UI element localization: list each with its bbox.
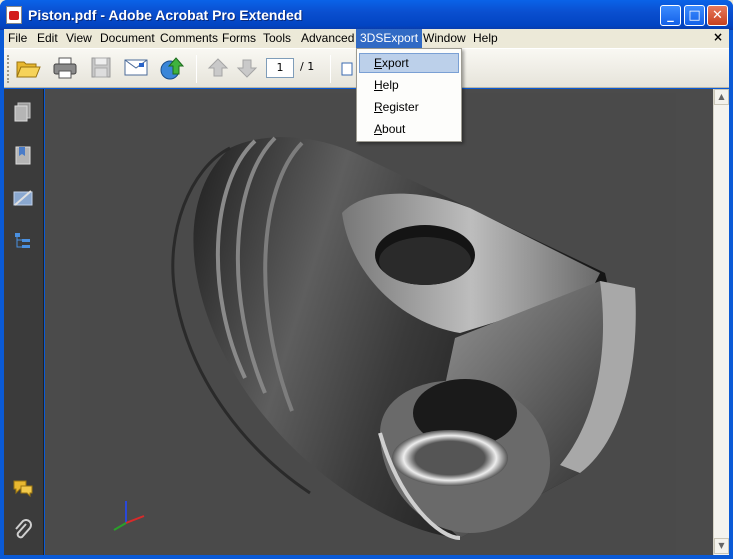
page-number-input[interactable]: 1 [266,58,294,78]
menu-document[interactable]: Document [96,29,159,48]
3d-viewport[interactable] [80,93,676,555]
pages-icon[interactable] [12,101,34,123]
menu-comments[interactable]: Comments [156,29,222,48]
menu-3dsexport[interactable]: 3DSExport [356,29,423,48]
menu-file[interactable]: File [4,29,31,48]
menu-forms[interactable]: Forms [218,29,260,48]
menu-option-about[interactable]: About [359,119,459,139]
app-window: Piston.pdf - Adobe Acrobat Pro Extended … [0,0,733,559]
window-title: Piston.pdf - Adobe Acrobat Pro Extended [28,7,303,23]
print-icon[interactable] [51,55,79,81]
menu-option-help[interactable]: Help [359,75,459,95]
menu-bar: File Edit View Document Comments Forms T… [4,29,729,48]
vertical-scrollbar[interactable]: ▲ ▼ [713,89,729,555]
fit-page-icon[interactable] [340,55,354,81]
navigation-pane [4,89,44,555]
menu-option-export[interactable]: Export [359,53,459,73]
document-area [45,89,713,555]
document-close-button[interactable]: × [713,30,723,44]
attachments-icon[interactable] [12,519,34,541]
model-tree-icon[interactable] [12,230,34,252]
comments-icon[interactable] [12,477,34,499]
menu-edit[interactable]: Edit [33,29,62,48]
menu-view[interactable]: View [62,29,96,48]
bookmarks-icon[interactable] [12,144,34,166]
toolbar-separator [196,55,197,83]
menu-advanced[interactable]: Advanced [297,29,358,48]
scroll-up-button[interactable]: ▲ [714,89,729,105]
page-total-label: / 1 [300,60,315,73]
toolbar-grip[interactable] [7,55,10,83]
open-folder-icon[interactable] [14,55,42,81]
title-bar[interactable]: Piston.pdf - Adobe Acrobat Pro Extended … [0,0,733,30]
3dsexport-dropdown-menu: Export Help Register About [356,48,462,142]
minimize-button[interactable]: _ [660,5,681,26]
pdf-document-icon [6,6,22,24]
signatures-icon[interactable] [12,187,34,209]
menu-window[interactable]: Window [419,29,470,48]
menu-tools[interactable]: Tools [259,29,295,48]
piston-3d-model[interactable] [80,93,676,555]
close-button[interactable]: ✕ [707,5,728,26]
toolbar-separator [330,55,331,83]
previous-page-icon[interactable] [204,55,232,81]
save-icon[interactable] [87,55,115,81]
menu-option-register[interactable]: Register [359,97,459,117]
maximize-button[interactable]: □ [684,5,705,26]
upload-icon[interactable] [158,55,186,81]
scroll-down-button[interactable]: ▼ [714,538,729,554]
email-icon[interactable] [122,55,150,81]
next-page-icon[interactable] [233,55,261,81]
menu-help[interactable]: Help [469,29,502,48]
